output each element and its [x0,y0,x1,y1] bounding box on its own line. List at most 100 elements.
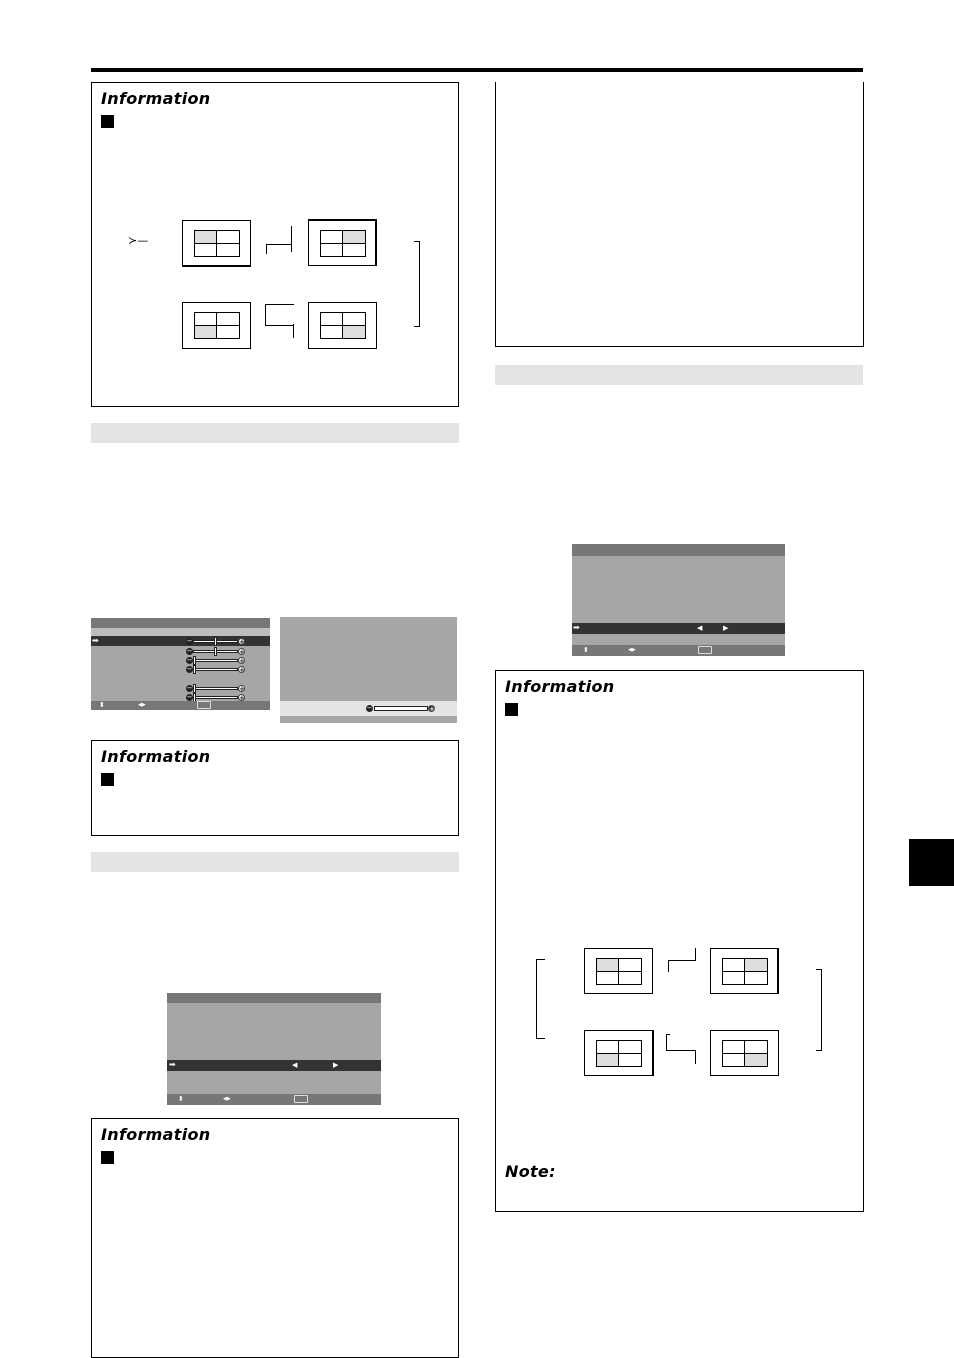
minus-icon: − [366,704,373,712]
osd-menu-subheader [91,628,270,636]
osd-adjust-slider[interactable]: − + [366,704,436,713]
minus-icon: − [186,684,193,692]
exit-button-icon [294,1095,308,1103]
up-down-icon: ⬍ [178,1095,184,1103]
flow-connector [265,304,294,326]
osd-selected-row[interactable] [167,1060,381,1071]
information-box-bottom-left: Information [91,1118,459,1358]
osd-menu-left: ➡ ◀ ▶ ⬍ ◀▶ [167,993,381,1105]
bullet-square-icon [505,703,518,716]
slider-knob[interactable] [214,637,217,646]
flow-connector [266,244,292,254]
information-title: Information [505,677,615,696]
screen-diagram-top-left [182,220,251,267]
minus-icon: − [186,637,193,645]
flow-connector [666,1034,696,1051]
note-title: Note: [505,1162,556,1181]
information-box-mid-left: Information [91,740,459,836]
information-box-top-left: Information ≻— [91,82,459,407]
osd-picture-preview: − + [280,617,457,723]
flow-connector [668,960,696,972]
slider-track [193,668,238,671]
osd-menu-header [167,993,381,1003]
section-header-bar [495,365,863,385]
slider-track [193,659,238,662]
plus-icon: + [238,648,245,656]
screen-quadrants [320,312,366,339]
plus-icon: + [238,685,245,693]
osd-slider-row-1[interactable]: − + [186,637,245,646]
flow-connector-return [536,959,545,1039]
screen-diagram-top-left [584,948,653,994]
osd-menu-right: ➡ ◀ ▶ ⬍ ◀▶ [572,544,785,656]
osd-slider-row-4[interactable]: − + [186,665,245,674]
up-down-icon: ⬍ [99,701,105,709]
plus-icon: + [238,638,245,646]
flow-connector-return [414,241,420,327]
start-marker-icon: ≻— [128,234,149,247]
osd-picture-adjust-menu: ➡ − + − + − + − + − + − + ⬍ ◀▶ [91,618,270,710]
information-box-continued [495,82,864,347]
osd-menu-header [572,544,785,556]
slider-knob[interactable] [193,665,196,674]
exit-button-icon [698,646,712,654]
osd-menu-footer [572,645,785,656]
section-header-bar [91,852,459,872]
osd-slider-row-2[interactable]: − + [186,647,245,656]
screen-diagram-bottom-left [182,302,251,349]
exit-button-icon [197,701,211,709]
osd-slider-row-7[interactable]: − + [186,693,245,702]
flow-connector-return [816,969,822,1051]
screen-quadrants [722,958,768,985]
screen-quadrants [194,312,240,339]
osd-menu-footer [167,1094,381,1105]
arrow-right-icon: ➡ [573,623,580,632]
screen-diagram-bottom-right [308,302,377,349]
flow-connector [292,324,294,338]
slider-track [374,706,428,711]
left-right-icon: ◀▶ [223,1096,231,1102]
information-title: Information [101,747,211,766]
flow-connector [694,948,696,961]
osd-selected-row[interactable] [572,623,785,634]
information-box-right: Information Note: [495,670,864,1212]
osd-menu-header [91,618,270,628]
information-title: Information [101,89,211,108]
left-right-icon: ◀▶ [138,702,146,708]
screen-diagram-bottom-right [710,1030,779,1076]
screen-quadrants [596,958,642,985]
minus-icon: − [186,647,193,655]
up-down-icon: ⬍ [583,646,589,654]
left-right-icon: ◀▶ [628,647,636,653]
flow-connector [666,1050,696,1064]
slider-knob[interactable] [193,684,196,693]
plus-icon: + [428,705,435,713]
slider-knob[interactable] [193,656,196,665]
screen-quadrants [596,1040,642,1067]
osd-slider-row-3[interactable]: − + [186,656,245,665]
screen-quadrants [194,230,240,257]
plus-icon: + [238,666,245,674]
minus-icon: − [186,656,193,664]
arrow-right-icon: ➡ [169,1060,176,1069]
arrow-right-small-icon[interactable]: ▶ [333,1061,338,1069]
slider-track [193,687,238,690]
arrow-left-icon[interactable]: ◀ [292,1061,297,1069]
screen-diagram-top-right [308,219,377,266]
arrow-left-icon[interactable]: ◀ [697,624,702,632]
slider-knob[interactable] [214,647,217,656]
screen-diagram-bottom-left [584,1030,654,1076]
arrow-right-small-icon[interactable]: ▶ [723,624,728,632]
bullet-square-icon [101,773,114,786]
plus-icon: + [238,657,245,665]
osd-slider-row-6[interactable]: − + [186,684,245,693]
osd-menu-footer [91,701,270,710]
slider-track [193,696,238,699]
minus-icon: − [186,665,193,673]
bullet-square-icon [101,115,114,128]
screen-quadrants [722,1040,768,1067]
information-title: Information [101,1125,211,1144]
arrow-right-icon: ➡ [92,636,99,645]
flow-connector [666,1034,670,1035]
bullet-square-icon [101,1151,114,1164]
